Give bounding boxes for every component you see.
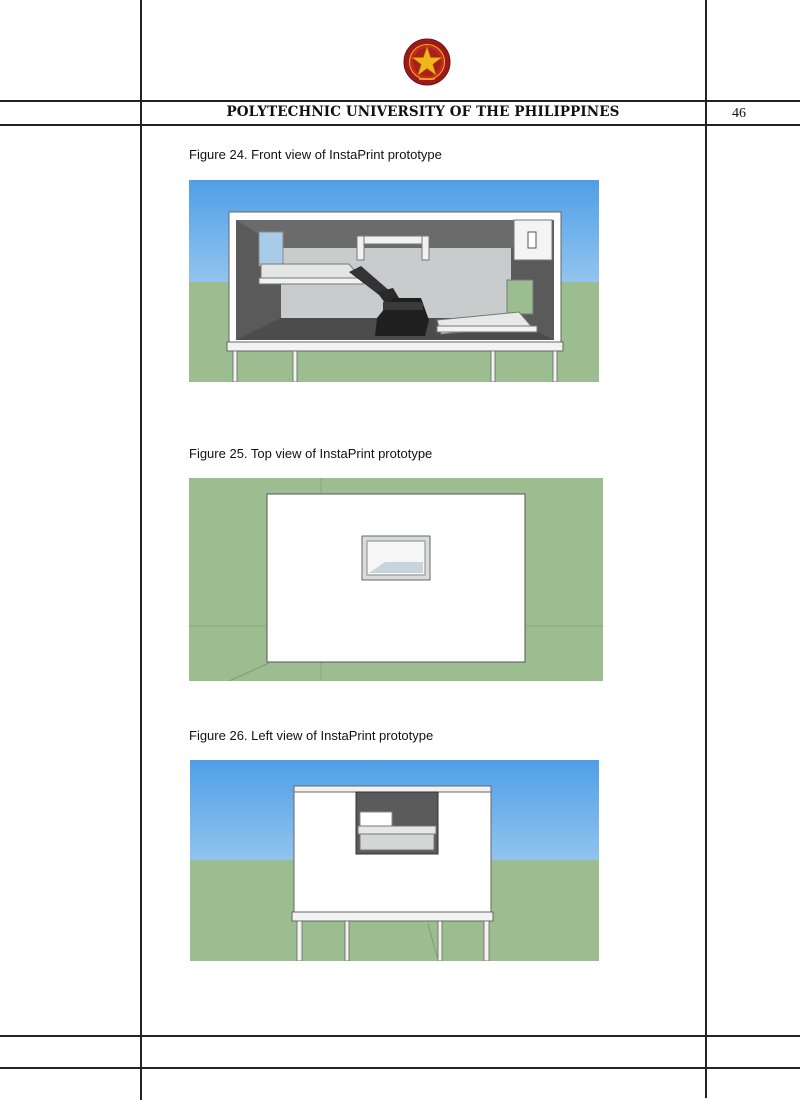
pup-seal-icon <box>403 38 451 86</box>
figure-25-top-view-image <box>189 478 603 681</box>
page-number: 46 <box>732 106 746 121</box>
figure-24-front-view-image <box>189 180 599 382</box>
header-top-rule <box>0 100 800 102</box>
header-bottom-rule <box>0 124 800 126</box>
university-title: POLYTECHNIC UNIVERSITY OF THE PHILIPPINE… <box>226 104 620 120</box>
figure-26-caption: Figure 26. Left view of InstaPrint proto… <box>189 728 434 743</box>
figure-26-left-view-image <box>190 760 599 961</box>
left-margin-rule <box>140 0 142 1100</box>
figure-24-caption: Figure 24. Front view of InstaPrint prot… <box>189 147 442 162</box>
footer-top-rule <box>0 1035 800 1037</box>
figure-25-caption: Figure 25. Top view of InstaPrint protot… <box>189 446 433 461</box>
right-margin-rule <box>705 0 707 1098</box>
footer-bottom-rule <box>0 1067 800 1069</box>
